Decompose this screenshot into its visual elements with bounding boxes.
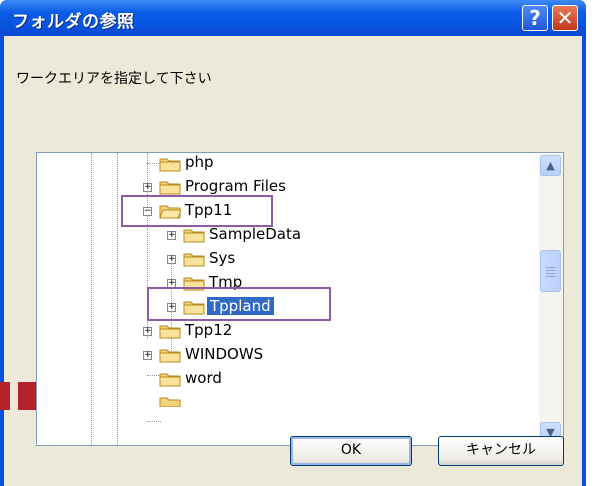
expand-icon[interactable]: + — [143, 351, 152, 360]
tree-item-label: Sys — [209, 249, 236, 267]
tree-item-label: Program Files — [185, 177, 286, 195]
window-title: フォルダの参照 — [12, 12, 135, 32]
tree-guide-line — [117, 153, 118, 445]
tree-item-label: SampleData — [209, 225, 302, 243]
thumb-grip-line — [546, 276, 555, 277]
folder-icon — [159, 181, 181, 195]
tree-item-label: WINDOWS — [185, 345, 264, 363]
annotation-box-tppland — [147, 287, 331, 321]
browse-folder-dialog: フォルダの参照 ? ✕ ワークエリアを指定して下さい php + Program… — [0, 0, 586, 486]
help-icon: ? — [529, 6, 541, 30]
annotation-box-tpp11 — [121, 195, 273, 227]
thumb-grip-line — [546, 273, 555, 274]
dialog-client-area: ワークエリアを指定して下さい php + Program Files − Tpp… — [4, 36, 582, 486]
close-button[interactable]: ✕ — [552, 5, 578, 31]
tree-guide-line — [147, 421, 161, 422]
red-decoration — [0, 382, 10, 410]
close-icon: ✕ — [556, 6, 574, 30]
scroll-thumb[interactable] — [540, 250, 561, 292]
folder-icon — [183, 229, 205, 243]
folder-icon — [159, 158, 181, 172]
folder-tree[interactable]: php + Program Files − Tpp11 + SampleData — [36, 152, 564, 446]
tree-item-label: word — [185, 369, 222, 387]
folder-icon — [159, 397, 181, 407]
expand-icon[interactable]: + — [167, 231, 176, 240]
ok-button[interactable]: OK — [290, 436, 412, 466]
thumb-grip-line — [546, 267, 555, 268]
folder-icon — [159, 325, 181, 339]
tree-item-label: php — [185, 153, 214, 171]
cancel-button[interactable]: キャンセル — [438, 436, 564, 466]
help-button[interactable]: ? — [522, 5, 548, 31]
vertical-scrollbar[interactable]: ▲ ▼ — [539, 154, 563, 444]
title-bar[interactable]: フォルダの参照 ? ✕ — [0, 0, 586, 36]
expand-icon[interactable]: + — [167, 255, 176, 264]
folder-icon — [159, 373, 181, 387]
chevron-up-icon: ▲ — [546, 159, 555, 172]
folder-icon — [159, 349, 181, 363]
thumb-grip-line — [546, 270, 555, 271]
instruction-text: ワークエリアを指定して下さい — [16, 71, 212, 87]
expand-icon[interactable]: + — [143, 183, 152, 192]
folder-icon — [183, 253, 205, 267]
tree-item-label: Tpp12 — [185, 321, 233, 339]
scroll-up-button[interactable]: ▲ — [540, 155, 561, 176]
red-decoration — [18, 382, 36, 410]
tree-guide-line — [91, 153, 92, 445]
expand-icon[interactable]: + — [143, 327, 152, 336]
